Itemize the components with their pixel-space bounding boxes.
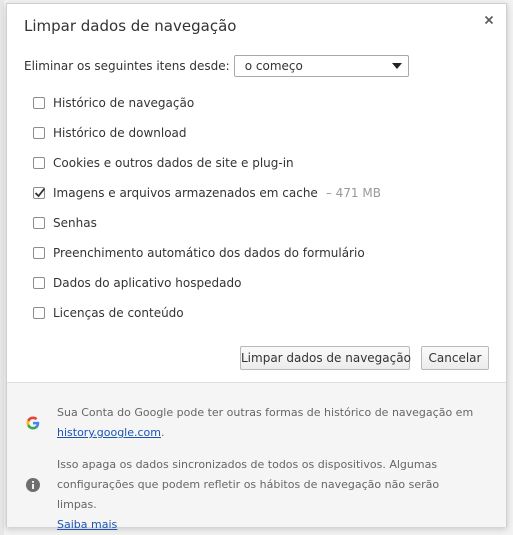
- option-label: Senhas: [53, 216, 97, 230]
- option-content-licenses[interactable]: Licenças de conteúdo: [33, 298, 381, 328]
- dialog-footer: Sua Conta do Google pode ter outras form…: [7, 382, 506, 531]
- checkbox[interactable]: [33, 187, 46, 199]
- google-account-text-end: .: [161, 426, 165, 439]
- history-google-link[interactable]: history.google.com: [57, 426, 161, 439]
- cancel-button[interactable]: Cancelar: [421, 346, 489, 370]
- clear-browsing-data-button[interactable]: Limpar dados de navegação: [240, 346, 411, 370]
- checkbox[interactable]: [33, 157, 45, 169]
- option-passwords[interactable]: Senhas: [33, 208, 381, 238]
- sync-text-block: Isso apaga os dados sincronizados de tod…: [57, 455, 477, 535]
- close-icon: [482, 13, 496, 27]
- info-icon: [25, 477, 41, 493]
- option-browsing-history[interactable]: Histórico de navegação: [33, 88, 381, 118]
- time-range-value: o começo: [244, 59, 303, 73]
- option-label: Dados do aplicativo hospedado: [53, 276, 242, 290]
- option-label: Histórico de navegação: [53, 96, 195, 110]
- option-cookies[interactable]: Cookies e outros dados de site e plug-in: [33, 148, 381, 178]
- learn-more-link[interactable]: Saiba mais: [57, 518, 117, 531]
- option-label: Histórico de download: [53, 126, 187, 140]
- clear-browsing-data-dialog: Limpar dados de navegação Eliminar os se…: [6, 3, 507, 531]
- option-label: Cookies e outros dados de site e plug-in: [53, 156, 294, 170]
- option-cached-images[interactable]: Imagens e arquivos armazenados em cache …: [33, 178, 381, 208]
- checkbox[interactable]: [33, 277, 45, 289]
- time-range-label: Eliminar os seguintes itens desde:: [24, 59, 230, 73]
- checkbox[interactable]: [33, 307, 45, 319]
- close-button[interactable]: [482, 13, 496, 27]
- sync-text: Isso apaga os dados sincronizados de tod…: [57, 458, 440, 511]
- chevron-down-icon: [391, 63, 402, 69]
- time-range-select[interactable]: o começo: [233, 55, 409, 77]
- time-range-row: Eliminar os seguintes itens desde: o com…: [24, 54, 409, 78]
- checkbox[interactable]: [33, 97, 45, 109]
- checkbox[interactable]: [33, 217, 45, 229]
- backdrop: [0, 0, 4, 535]
- google-account-text-block: Sua Conta do Google pode ter outras form…: [57, 403, 477, 443]
- option-hosted-app-data[interactable]: Dados do aplicativo hospedado: [33, 268, 381, 298]
- option-label: Imagens e arquivos armazenados em cache: [53, 186, 318, 200]
- cache-size: – 471 MB: [325, 186, 381, 200]
- google-g-icon: [25, 415, 41, 431]
- option-label: Preenchimento automático dos dados do fo…: [53, 246, 365, 260]
- checkbox[interactable]: [33, 127, 45, 139]
- option-label: Licenças de conteúdo: [53, 306, 184, 320]
- option-autofill[interactable]: Preenchimento automático dos dados do fo…: [33, 238, 381, 268]
- dialog-title: Limpar dados de navegação: [24, 17, 237, 35]
- checkbox[interactable]: [33, 247, 45, 259]
- google-account-text: Sua Conta do Google pode ter outras form…: [57, 406, 474, 419]
- data-type-options: Histórico de navegação Histórico de down…: [33, 88, 381, 328]
- option-download-history[interactable]: Histórico de download: [33, 118, 381, 148]
